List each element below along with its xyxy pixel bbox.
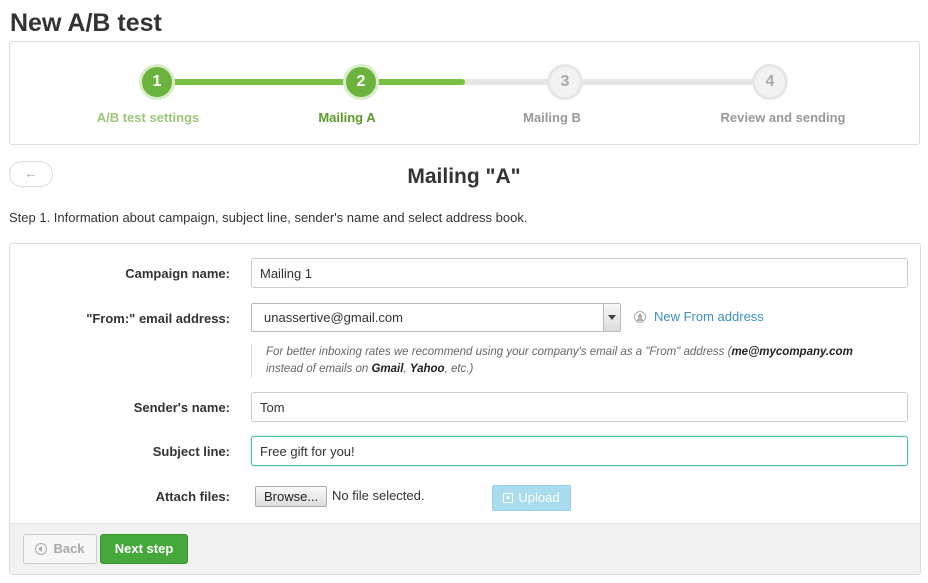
from-email-select[interactable]: unassertive@gmail.com (251, 303, 621, 332)
step-circle-1[interactable]: 1 (139, 64, 175, 100)
upload-icon (503, 493, 514, 503)
page-title: New A/B test (10, 9, 162, 37)
back-button[interactable]: Back (23, 534, 97, 564)
from-email-selected: unassertive@gmail.com (264, 310, 403, 325)
hint-gmail: Gmail (371, 363, 404, 375)
subject-line-label: Subject line: (152, 444, 230, 459)
next-step-button[interactable]: Next step (100, 534, 188, 564)
form-footer: Back Next step (10, 523, 920, 574)
progress-stepper: 1 2 3 4 A/B test settings Mailing A Mail… (9, 41, 920, 145)
hint-text-2: instead of emails on (266, 363, 372, 375)
subject-line-input[interactable] (251, 436, 908, 466)
browse-button[interactable]: Browse... (255, 486, 328, 507)
new-from-address-label: New From address (654, 309, 764, 324)
campaign-name-input[interactable] (251, 258, 908, 288)
campaign-name-label: Campaign name: (125, 266, 230, 281)
step-circle-2[interactable]: 2 (343, 64, 379, 100)
sender-name-label: Sender's name: (133, 400, 230, 415)
back-label: Back (53, 541, 85, 556)
stepper-progress (157, 79, 465, 85)
step-label-ab-settings[interactable]: A/B test settings (97, 110, 200, 125)
from-email-label: "From:" email address: (86, 311, 230, 326)
user-icon (634, 311, 646, 323)
hint-yahoo: Yahoo (409, 363, 445, 375)
step-label-mailing-a[interactable]: Mailing A (318, 110, 375, 125)
sender-name-input[interactable] (251, 392, 908, 422)
step-label-review: Review and sending (720, 110, 846, 125)
no-file-selected-text: No file selected. (332, 488, 425, 503)
attach-files-label: Attach files: (155, 489, 230, 504)
hint-text-1: For better inboxing rates we recommend u… (266, 346, 732, 358)
step-description: Step 1. Information about campaign, subj… (9, 210, 528, 225)
step-circle-3: 3 (547, 64, 583, 100)
hint-example-email: me@mycompany.com (731, 346, 853, 358)
upload-label: Upload (518, 490, 560, 505)
from-address-hint: For better inboxing rates we recommend u… (251, 344, 916, 378)
step-label-mailing-b: Mailing B (523, 110, 581, 125)
chevron-down-icon[interactable] (603, 304, 620, 331)
back-circle-icon (35, 543, 48, 555)
upload-button[interactable]: Upload (492, 485, 571, 511)
mailing-form: Campaign name: "From:" email address: un… (9, 243, 921, 575)
hint-text-3: , etc.) (444, 363, 474, 375)
new-from-address-link[interactable]: New From address (634, 309, 764, 324)
section-title: Mailing "A" (407, 165, 521, 188)
step-circle-4: 4 (752, 64, 788, 100)
